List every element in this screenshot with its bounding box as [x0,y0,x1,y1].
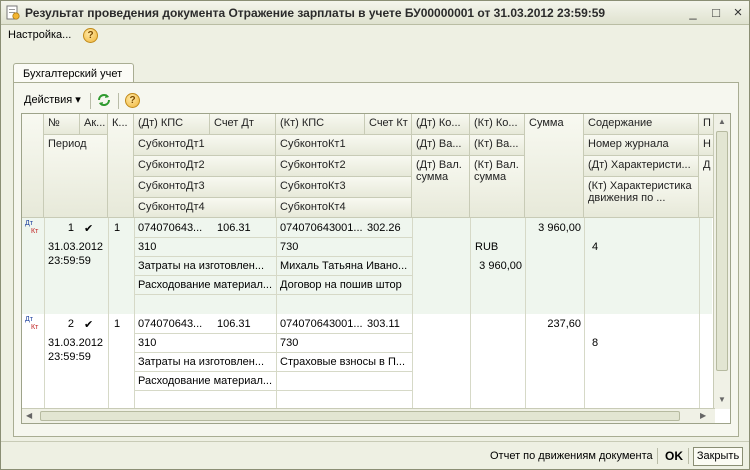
cell-subkonto-kt1: 730 [280,337,299,349]
cell-subkonto-dt2: Затраты на изготовлен... [138,260,265,272]
vertical-scroll-thumb[interactable] [716,131,728,371]
footer-divider [688,448,689,464]
posting-type-icon: Дт Кт [25,316,39,331]
header-subkonto-kt3[interactable]: СубконтоКт3 [276,177,412,198]
movements-report-link[interactable]: Отчет по движениям документа [490,450,653,462]
header-dt-kps[interactable]: (Дт) КПС [134,114,210,135]
active-check-icon: ✔ [84,223,94,235]
header-schet-dt[interactable]: Счет Дт [210,114,276,135]
header-subkonto-kt1[interactable]: СубконтоКт1 [276,135,412,156]
header-dt-kolichestvo[interactable]: (Дт) Ко... [412,114,470,135]
table-row[interactable]: Дт Кт 1 ✔ 1 31.03.2012 23:59:59 07407064… [22,218,712,314]
cell-subkonto-dt2: Затраты на изготовлен... [138,356,265,368]
header-number[interactable]: № [44,114,80,135]
header-subkonto-dt2[interactable]: СубконтоДт2 [134,156,276,177]
row-number: 2 [67,318,74,330]
help-icon[interactable]: ? [83,28,98,43]
table-corner-header [22,114,44,218]
minimize-button[interactable]: _ [683,4,703,22]
cell-period: 31.03.2012 23:59:59 [48,241,104,267]
header-subkonto-dt4[interactable]: СубконтоДт4 [134,198,276,218]
header-summa[interactable]: Сумма [525,114,584,218]
tab-accounting[interactable]: Бухгалтерский учет [13,63,134,83]
cell-kt-kps: 074070643001... [280,222,363,234]
row-number: 1 [67,222,74,234]
cell-subkonto-dt1: 310 [138,337,157,349]
header-dt-harakteristika[interactable]: (Дт) Характеристи... [584,156,699,177]
dropdown-arrow-icon: ▾ [75,94,81,106]
cell-summa: 3 960,00 [538,222,581,234]
cell-nomer-zhurnala: 4 [592,241,599,253]
cell-schet-kt: 303.11 [367,318,400,330]
cell-k: 1 [114,222,121,234]
maximize-button[interactable]: □ [706,4,726,22]
ok-button[interactable]: OK [665,449,683,463]
header-subkonto-kt4[interactable]: СубконтоКт4 [276,198,412,218]
header-subkonto-dt1[interactable]: СубконтоДт1 [134,135,276,156]
cell-subkonto-kt1: 730 [280,241,299,253]
cell-dt-kps: 074070643... [138,222,203,234]
accounting-panel: Действия ▾ ? № Ак... Период К... (Дт) КП… [13,82,739,437]
result-window: Результат проведения документа Отражение… [0,0,750,470]
header-kt-valyuta[interactable]: (Кт) Ва... [470,135,525,156]
close-window-button[interactable]: × [728,4,748,22]
active-check-icon: ✔ [84,319,94,331]
cell-summa: 237,60 [547,318,581,330]
postings-table: № Ак... Период К... (Дт) КПС Счет Дт Суб… [21,113,731,424]
horizontal-scrollbar[interactable]: ◀ ▶ [22,408,715,423]
cell-kt-valyuta: RUB [475,241,499,253]
header-schet-kt[interactable]: Счет Кт [365,114,412,135]
cell-kt-val-summa: 3 960,00 [479,260,522,272]
cell-schet-kt: 302.26 [367,222,401,234]
header-active[interactable]: Ак... [80,114,108,135]
cell-subkonto-kt2: Михаль Татьяна Ивано... [280,260,408,272]
cell-schet-dt: 106.31 [217,318,251,330]
header-kt-kps[interactable]: (Кт) КПС [276,114,365,135]
window-title: Результат проведения документа Отражение… [25,6,606,20]
cell-subkonto-dt1: 310 [138,241,157,253]
title-bar: Результат проведения документа Отражение… [1,1,749,25]
refresh-icon[interactable] [96,92,112,108]
footer-bar: Отчет по движениям документа OK Закрыть [1,441,749,469]
header-subkonto-dt3[interactable]: СубконтоДт3 [134,177,276,198]
cell-subkonto-kt2: Страховые взносы в П... [280,356,406,368]
cell-kt-kps: 074070643001... [280,318,363,330]
settings-menu[interactable]: Настройка... [8,29,71,41]
header-period[interactable]: Период [44,135,108,218]
scroll-up-arrow-icon[interactable]: ▲ [718,117,726,126]
header-dt-val-summa[interactable]: (Дт) Вал. сумма [412,156,470,218]
document-icon [6,5,20,20]
cell-subkonto-dt3: Расходование материал... [138,375,273,387]
scroll-left-arrow-icon[interactable]: ◀ [26,411,32,420]
header-soderzhanie[interactable]: Содержание [584,114,699,135]
header-kt-val-summa[interactable]: (Кт) Вал. сумма [470,156,525,218]
toolbar-divider [90,93,91,109]
cell-subkonto-kt3: Договор на пошив штор [280,279,402,291]
cell-k: 1 [114,318,121,330]
help-icon[interactable]: ? [125,93,140,108]
header-kt-harakteristika[interactable]: (Кт) Характеристика движения по ... [584,177,699,218]
toolbar-divider [118,93,119,109]
scroll-right-arrow-icon[interactable]: ▶ [700,411,706,420]
table-row[interactable]: Дт Кт 2 ✔ 1 31.03.2012 23:59:59 07407064… [22,314,712,410]
cell-period: 31.03.2012 23:59:59 [48,337,104,363]
actions-label: Действия [24,94,73,106]
cell-schet-dt: 106.31 [217,222,251,234]
cell-dt-kps: 074070643... [138,318,203,330]
header-nomer-zhurnala[interactable]: Номер журнала [584,135,699,156]
header-kt-kolichestvo[interactable]: (Кт) Ко... [470,114,525,135]
posting-type-icon: Дт Кт [25,220,39,235]
cell-nomer-zhurnala: 8 [592,337,599,349]
header-subkonto-kt2[interactable]: СубконтоКт2 [276,156,412,177]
actions-menu[interactable]: Действия ▾ [24,93,81,106]
cell-subkonto-dt3: Расходование материал... [138,279,273,291]
close-button[interactable]: Закрыть [693,447,743,466]
footer-divider [657,448,658,464]
header-dt-valyuta[interactable]: (Дт) Ва... [412,135,470,156]
vertical-scrollbar[interactable]: ▲ ▼ [713,114,730,409]
scroll-down-arrow-icon[interactable]: ▼ [718,395,726,404]
horizontal-scroll-thumb[interactable] [40,411,680,421]
menu-bar: Настройка... ? [1,25,749,47]
header-k[interactable]: К... [108,114,134,218]
